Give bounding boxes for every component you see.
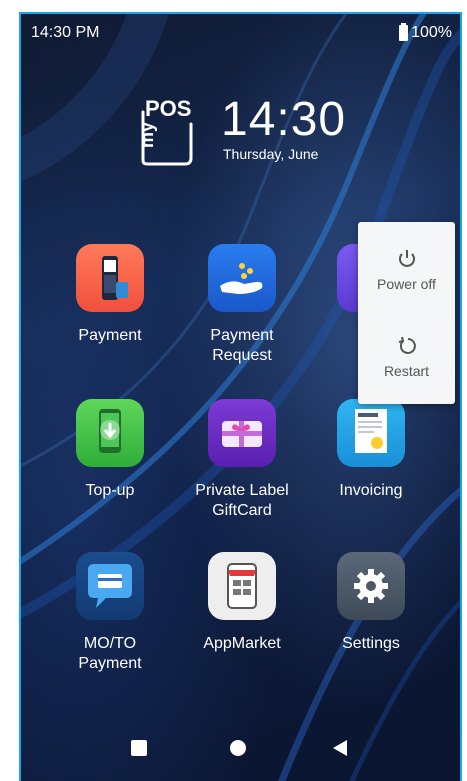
restart-icon [398,336,416,354]
back-triangle-icon[interactable] [331,739,349,757]
battery-percent: 100% [411,24,452,41]
battery-icon [399,23,409,41]
app-label: Top-up [85,482,135,499]
power-menu: Power off Restart [358,222,455,404]
app-invoicing[interactable]: Invoicing [311,399,431,501]
app-label: Payment [78,327,142,344]
recents-square-icon[interactable] [130,739,148,757]
navigation-bar [21,721,460,781]
invoice-icon [337,399,405,467]
app-label: MO/TO Payment [78,635,142,672]
power-off-button[interactable]: Power off [358,248,455,292]
mypos-logo: POS my [137,94,197,166]
app-appmarket[interactable]: AppMarket [182,552,302,654]
app-payment-request[interactable]: Payment Request [182,244,302,366]
home-circle-icon[interactable] [229,739,247,757]
clock-time: 14:30 [221,93,347,146]
phone-download-icon [76,399,144,467]
app-label: Private Label GiftCard [195,482,289,519]
app-label: Invoicing [339,482,403,499]
app-top-up[interactable]: Top-up [50,399,170,501]
power-icon [398,250,415,267]
device-screen: 14:30 PM 100% POS my 14:30 Thursday, Jun… [19,12,462,781]
clock-date: Thursday, June [223,146,319,162]
svg-text:my: my [137,122,157,148]
battery-indicator: 100% [399,23,452,42]
gift-card-icon [208,399,276,467]
app-label: Settings [342,635,400,652]
status-bar: 14:30 PM 100% [21,14,460,50]
chat-card-icon [76,552,144,620]
app-label: AppMarket [203,635,281,652]
store-icon [208,552,276,620]
app-settings[interactable]: Settings [311,552,431,654]
app-payment[interactable]: Payment [50,244,170,346]
svg-text:POS: POS [145,96,191,121]
mypos-logo-icon: POS my [137,96,193,166]
app-private-label-giftcard[interactable]: Private Label GiftCard [182,399,302,521]
app-moto-payment[interactable]: MO/TO Payment [50,552,170,674]
payment-terminal-icon [76,244,144,312]
hand-coins-icon [208,244,276,312]
status-time: 14:30 PM [31,24,100,41]
clock-widget: 14:30 Thursday, June [221,93,347,163]
app-label: Payment Request [210,327,274,364]
gear-icon [337,552,405,620]
restart-button[interactable]: Restart [358,335,455,379]
